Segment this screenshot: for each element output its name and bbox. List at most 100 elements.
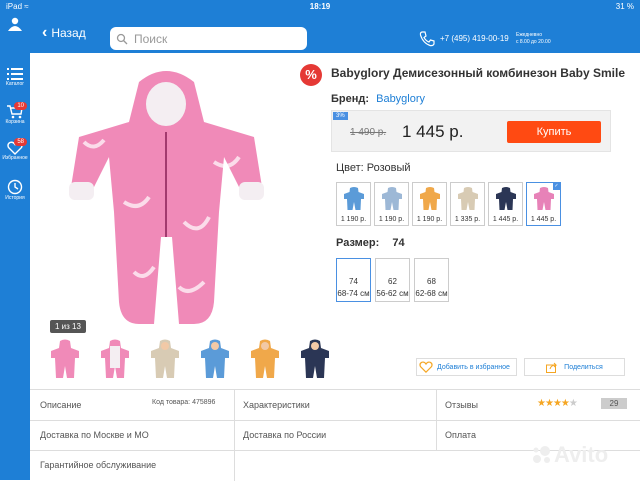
brand-link[interactable]: Babyglory	[376, 93, 425, 105]
color-swatch-image	[495, 187, 516, 210]
selected-corner-icon: ✓	[553, 183, 560, 190]
color-option[interactable]: 1 190 р.	[374, 182, 409, 226]
gallery-counter: 1 из 13	[50, 320, 86, 333]
size-options: 74 68-74 см 62 56-62 см 68 62-68 см	[336, 258, 449, 302]
price-box: 3% 1 490 р. 1 445 р. Купить	[331, 110, 611, 152]
product-title: Babyglory Демисезонный комбинезон Baby S…	[331, 66, 625, 80]
sidebar-item-cart[interactable]: 10 Корзина	[0, 102, 30, 125]
sale-percent-icon: %	[300, 64, 322, 86]
color-option-price: 1 445 р.	[492, 216, 519, 223]
info-table: Описание Характеристики Отзывы Доставка …	[30, 389, 640, 481]
size-option[interactable]: 74 68-74 см	[336, 258, 371, 302]
color-option-price: 1 190 р.	[416, 216, 443, 223]
share-button[interactable]: Поделиться	[524, 358, 625, 376]
add-to-favorites-button[interactable]: Добавить в избранное	[416, 358, 517, 376]
color-option[interactable]: 1 445 р.	[488, 182, 523, 226]
sidebar-item-label: Избранное	[2, 155, 28, 161]
product-thumbnail-image	[201, 339, 229, 378]
size-option-value: 74	[349, 277, 358, 286]
delivery-russia-link[interactable]: Доставка по России	[243, 430, 326, 440]
review-count: 29	[601, 398, 627, 409]
share-icon	[546, 362, 558, 373]
share-label: Поделиться	[564, 363, 603, 371]
size-option[interactable]: 68 62-68 см	[414, 258, 449, 302]
color-options: 1 190 р. 1 190 р. 1 190 р. 1 335 р. 1 445 р.…	[336, 182, 561, 226]
color-swatch-image	[533, 187, 554, 210]
phone-number[interactable]: +7 (495) 419-00-19	[440, 34, 509, 43]
product-thumbnail-image	[251, 339, 279, 378]
back-label: Назад	[51, 26, 86, 40]
sidebar-item-label: Корзина	[5, 119, 25, 125]
sidebar-item-label: История	[5, 195, 25, 201]
thumbnail[interactable]	[196, 337, 234, 383]
profile-button[interactable]	[0, 17, 30, 31]
search-placeholder: Поиск	[134, 31, 168, 46]
product-thumbnail-image	[151, 339, 179, 378]
size-option-range: 68-74 см	[337, 289, 370, 298]
color-option-price: 1 445 р.	[530, 216, 557, 223]
warranty-link[interactable]: Гарантийное обслуживание	[40, 460, 156, 470]
sidebar-item-label: Каталог	[5, 81, 25, 87]
star-icon: ★	[552, 398, 562, 409]
status-bar: iPad ≈ 18:19 31 %	[0, 0, 640, 14]
thumbnail[interactable]	[296, 337, 334, 383]
color-option[interactable]: 1 335 р.	[450, 182, 485, 226]
thumbnail[interactable]	[46, 337, 84, 383]
battery-indicator: 31 %	[615, 2, 634, 11]
size-option[interactable]: 62 56-62 см	[375, 258, 410, 302]
size-row: Размер: 74	[336, 237, 405, 249]
color-option[interactable]: 1 190 р.	[412, 182, 447, 226]
phone-icon[interactable]	[418, 30, 436, 48]
star-icon: ★	[537, 398, 546, 409]
product-thumbnail-image	[51, 339, 79, 378]
current-price: 1 445 р.	[402, 122, 464, 141]
favorites-label: Добавить в избранное	[437, 363, 510, 371]
reviews-link[interactable]: Отзывы	[445, 400, 478, 410]
color-swatch-image	[381, 187, 402, 210]
heart-icon	[419, 361, 433, 373]
color-swatch-image	[419, 187, 440, 210]
payment-link[interactable]: Оплата	[445, 430, 476, 440]
top-bar: ‹ Назад Поиск +7 (495) 419-00-19 Ежеднев…	[0, 14, 640, 53]
delivery-moscow-link[interactable]: Доставка по Москве и МО	[40, 430, 149, 440]
characteristics-link[interactable]: Характеристики	[243, 400, 310, 410]
thumbnail[interactable]	[96, 337, 134, 383]
sidebar-item-favorites[interactable]: 58 Избранное	[0, 138, 30, 161]
brand-label: Бренд:	[331, 93, 370, 105]
gallery-thumbnails	[46, 337, 334, 383]
product-code: Код товара: 475896	[152, 399, 216, 406]
sidebar-item-history[interactable]: История	[0, 179, 30, 201]
color-label: Цвет: Розовый	[336, 162, 411, 174]
color-option[interactable]: 1 190 р.	[336, 182, 371, 226]
size-label: Размер:	[336, 237, 380, 249]
color-option-price: 1 190 р.	[340, 216, 367, 223]
thumbnail[interactable]	[246, 337, 284, 383]
color-option[interactable]: 1 445 р. ✓	[526, 182, 561, 226]
thumbnail[interactable]	[146, 337, 184, 383]
size-option-range: 62-68 см	[415, 289, 448, 298]
watermark: Avito	[532, 442, 608, 468]
product-thumbnail-image	[301, 339, 329, 378]
back-button[interactable]: ‹ Назад	[42, 24, 86, 41]
size-option-range: 56-62 см	[376, 289, 409, 298]
star-icon: ★	[544, 398, 554, 409]
color-swatch-image	[343, 187, 364, 210]
catalog-icon	[7, 68, 23, 80]
search-input[interactable]: Поиск	[110, 27, 307, 50]
product-main-image[interactable]	[64, 62, 269, 332]
sidebar-item-catalog[interactable]: Каталог	[0, 67, 30, 87]
watermark-text: Avito	[554, 442, 609, 467]
size-value: 74	[392, 237, 405, 249]
working-hours: Ежедневно с 8.00 до 20.00	[516, 32, 551, 45]
buy-button[interactable]: Купить	[507, 121, 601, 143]
color-swatch-image	[457, 187, 478, 210]
old-price: 1 490 р.	[350, 127, 387, 138]
size-option-value: 68	[427, 277, 436, 286]
sidebar: Каталог 10 Корзина 58 Избранное История	[0, 17, 30, 480]
product-thumbnail-image	[101, 339, 129, 378]
description-link[interactable]: Описание	[40, 400, 81, 410]
chevron-left-icon: ‹	[42, 24, 48, 41]
color-option-price: 1 190 р.	[378, 216, 405, 223]
avito-logo-icon	[533, 446, 550, 463]
star-icon: ★	[568, 398, 578, 409]
